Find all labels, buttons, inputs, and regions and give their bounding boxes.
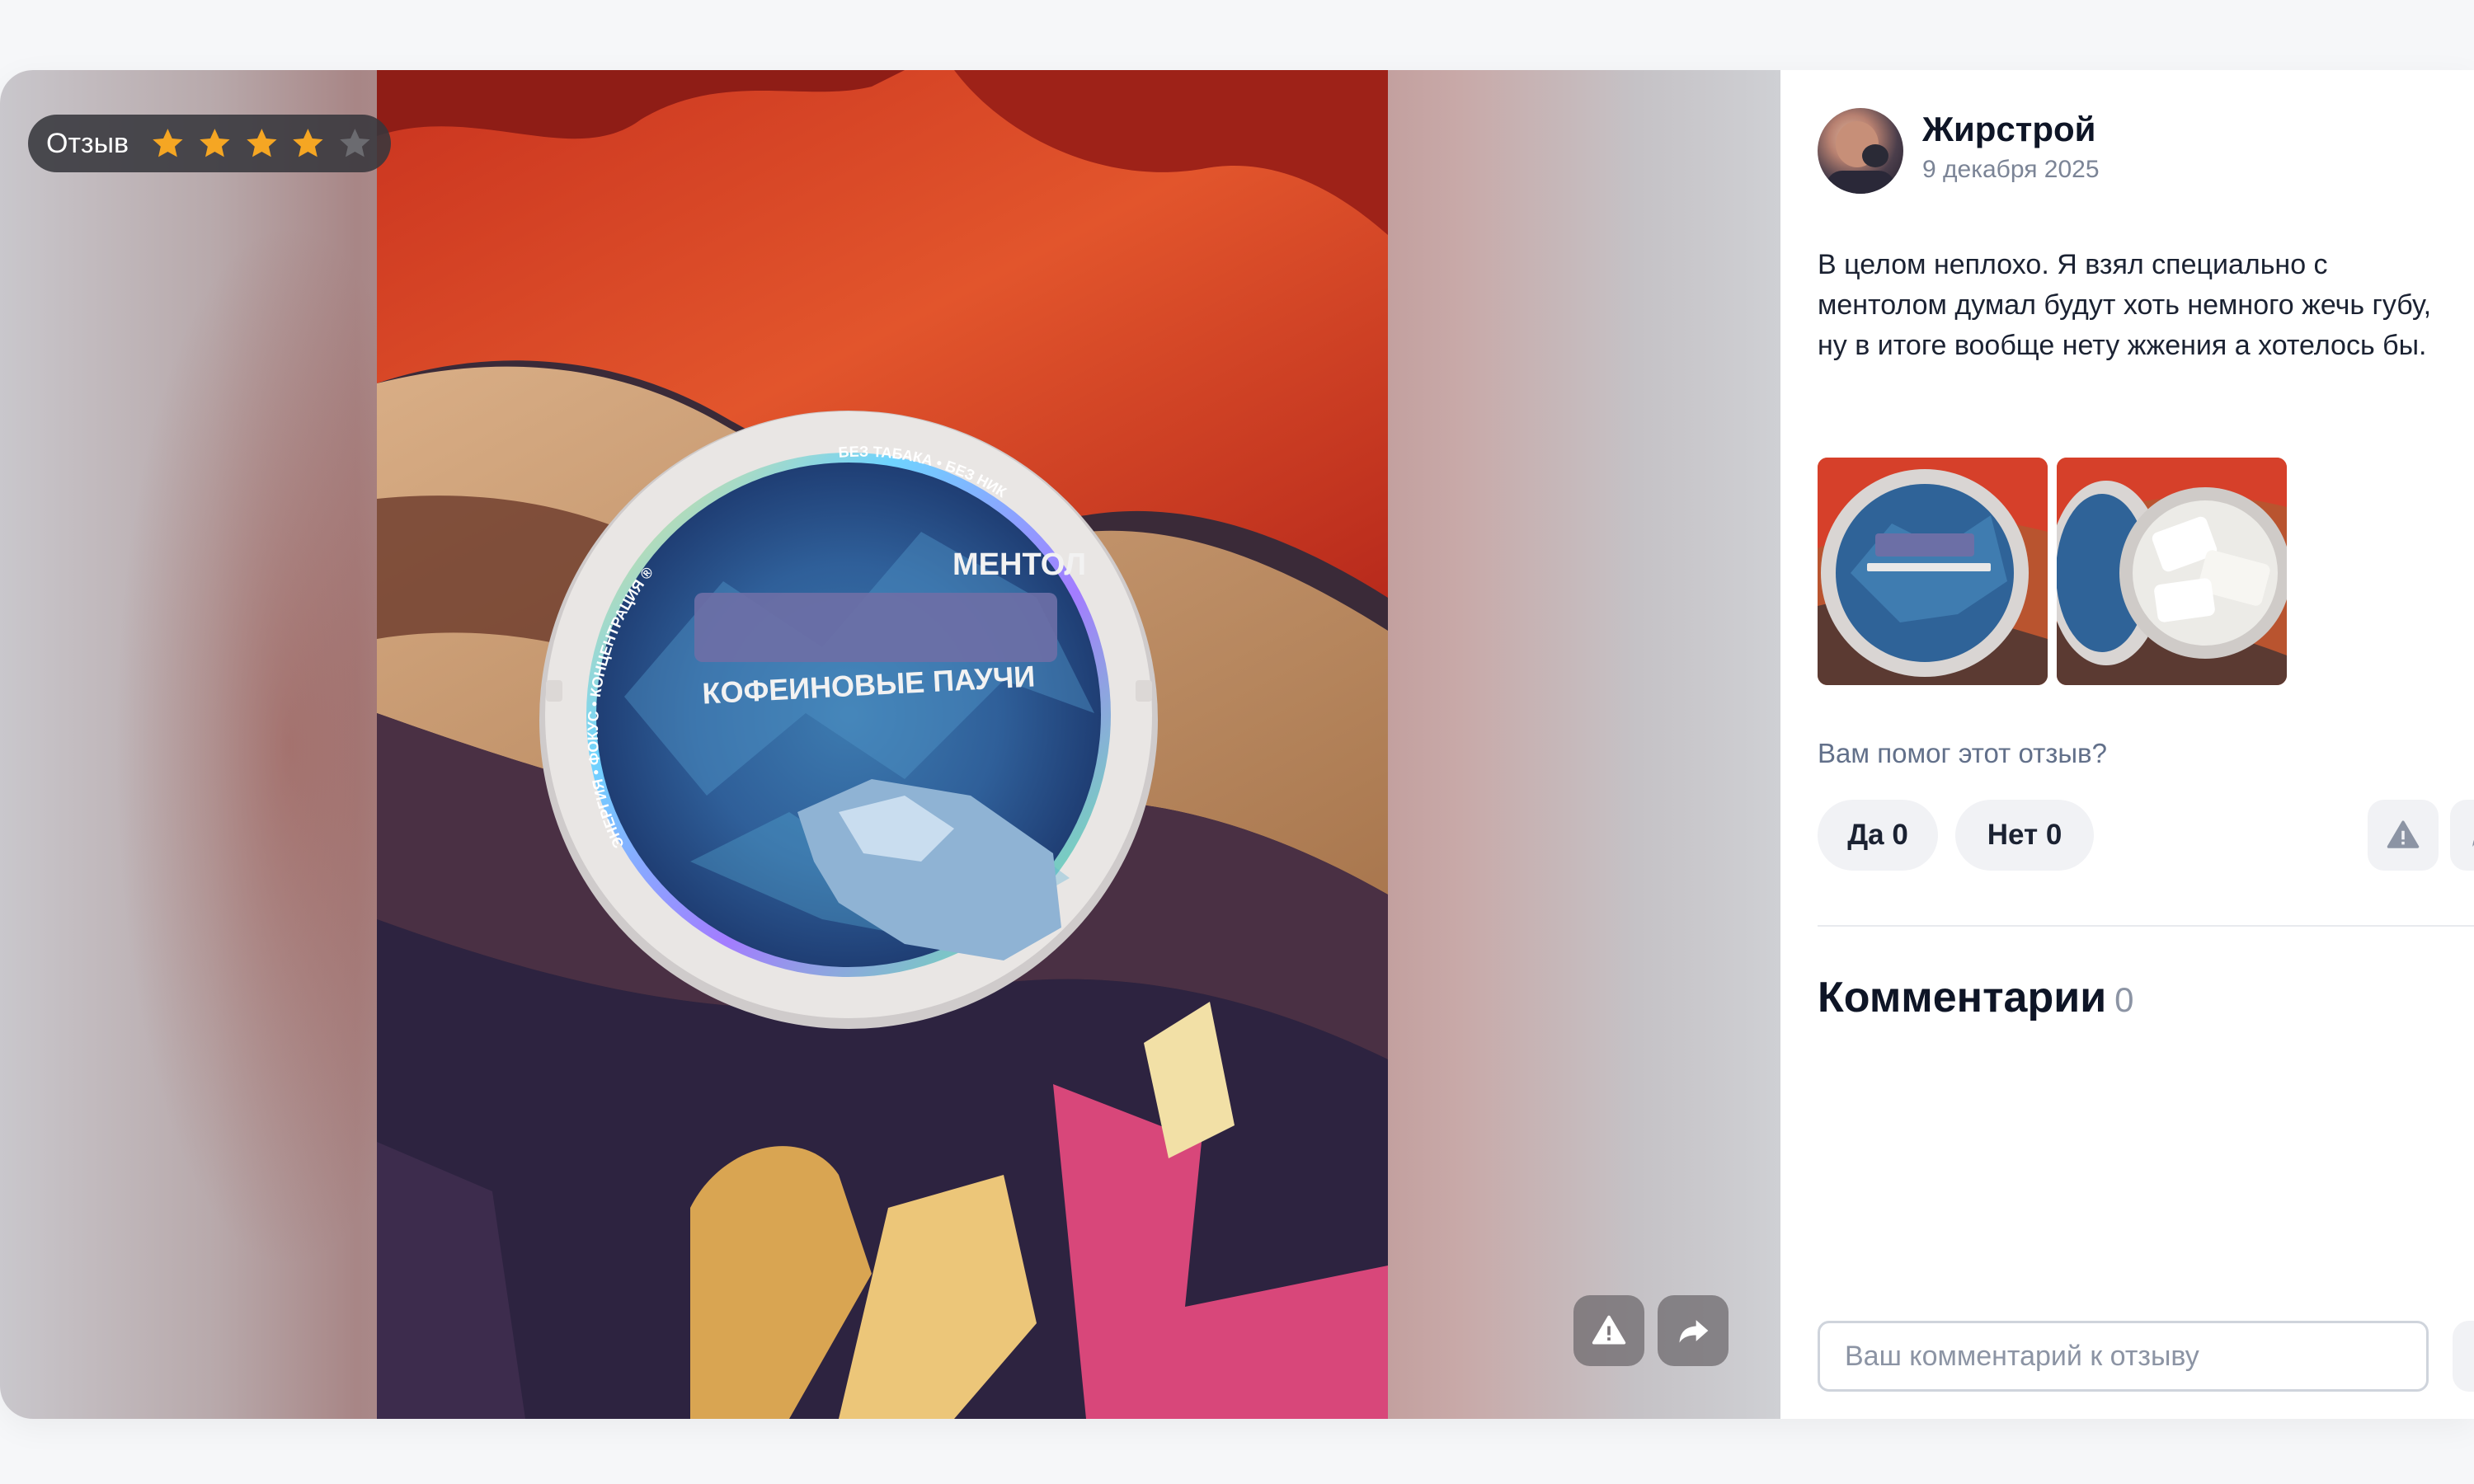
blurred-brand-logo [694,593,1057,662]
report-review-button[interactable] [2368,800,2439,871]
avatar[interactable] [1818,108,1903,194]
photo-viewer: МЕНТОЛ КОФЕИНОВЫЕ ПАУЧИ ЭНЕРГИЯ • ФОКУС … [0,70,1780,1419]
star-icon [246,129,277,157]
clear-comment-button[interactable] [2453,1321,2474,1392]
star-empty-icon [340,129,370,157]
author-name[interactable]: Жирстрой [1922,110,2096,149]
divider [1818,925,2474,927]
rating-badge: Отзыв [28,115,391,172]
review-date: 9 декабря 2025 [1922,156,2100,183]
share-icon [1679,1320,1709,1343]
thumbnail-image [2057,458,2287,685]
review-photo[interactable]: МЕНТОЛ КОФЕИНОВЫЕ ПАУЧИ ЭНЕРГИЯ • ФОКУС … [377,70,1388,1419]
comments-title: Комментарии [1818,974,2107,1021]
close-icon [2453,1321,2474,1392]
comments-count: 0 [2114,980,2134,1019]
share-review-button[interactable] [2450,800,2474,871]
thumbnail-image [1818,458,2048,685]
review-modal: МЕНТОЛ КОФЕИНОВЫЕ ПАУЧИ ЭНЕРГИЯ • ФОКУС … [0,70,2474,1419]
flavor-label: МЕНТОЛ [952,547,1086,582]
star-icon [200,129,230,157]
warning-icon [2387,820,2420,848]
share-icon [2472,839,2474,847]
star-icon [153,129,183,157]
rating-badge-label: Отзыв [46,127,129,159]
warning-icon [1592,1315,1626,1345]
photo-thumbnail-2[interactable] [2057,458,2287,685]
vote-no-button[interactable]: Нет 0 [1955,800,2094,871]
share-photo-button[interactable] [1658,1295,1729,1366]
helpful-question: Вам помог этот отзыв? [1818,738,2107,768]
avatar-image [1826,121,1895,194]
product-photo-illustration: МЕНТОЛ КОФЕИНОВЫЕ ПАУЧИ ЭНЕРГИЯ • ФОКУС … [377,70,1388,1419]
review-text: В целом неплохо. Я взял специально с мен… [1818,249,2432,361]
vote-yes-button[interactable]: Да 0 [1818,800,1938,871]
page: МЕНТОЛ КОФЕИНОВЫЕ ПАУЧИ ЭНЕРГИЯ • ФОКУС … [0,0,2474,1484]
comments-heading: Комментарии 0 [1818,973,2134,1022]
photo-thumbnail-1[interactable] [1818,458,2048,685]
review-panel: Жирстрой 9 декабря 2025 В целом неплохо.… [1780,70,2474,1419]
comment-input[interactable] [1818,1321,2429,1392]
report-photo-button[interactable] [1573,1295,1644,1366]
star-icon [293,129,324,157]
